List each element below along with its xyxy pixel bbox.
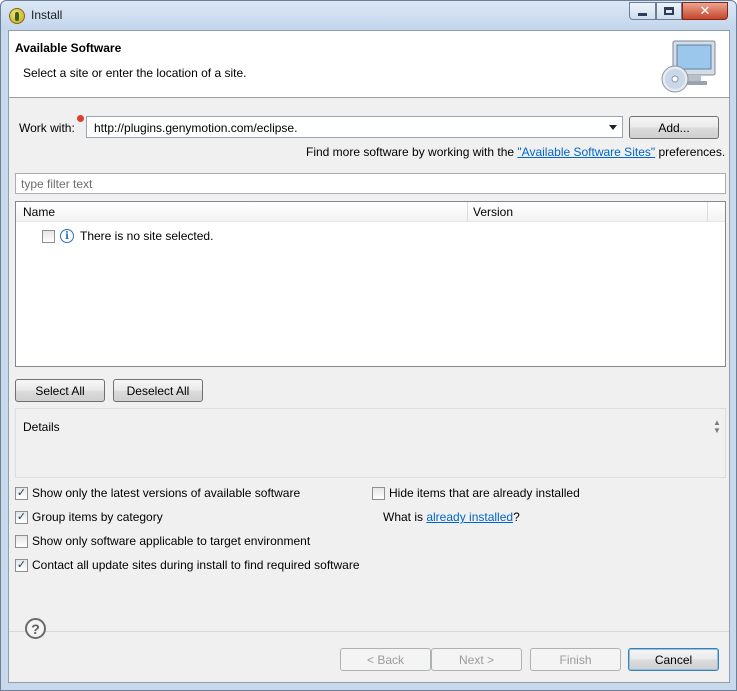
next-label: Next > [458, 652, 494, 667]
deselect-all-button[interactable]: Deselect All [113, 379, 203, 402]
already-installed-link[interactable]: already installed [426, 510, 513, 524]
eclipse-app-icon [9, 8, 25, 24]
select-all-button[interactable]: Select All [15, 379, 105, 402]
filter-input[interactable]: type filter text [15, 173, 726, 194]
cancel-label: Cancel [654, 652, 693, 667]
find-more-prefix: Find more software by working with the [306, 145, 518, 159]
footer-divider [9, 631, 729, 632]
hide-installed-checkbox[interactable] [372, 486, 385, 500]
details-scroll-icon[interactable]: ▲ ▼ [712, 419, 722, 439]
page-subtitle: Select a site or enter the location of a… [23, 66, 247, 80]
show-latest-checkbox[interactable]: ✓ [15, 486, 28, 500]
option-hide-installed[interactable]: Hide items that are already installed [372, 486, 580, 500]
column-divider[interactable] [707, 202, 708, 222]
find-more-suffix: preferences. [655, 145, 726, 159]
work-with-label: Work with: [19, 121, 75, 135]
option-show-latest[interactable]: ✓ Show only the latest versions of avail… [15, 486, 300, 500]
details-group: Details ▲ ▼ [15, 408, 726, 478]
row-label: There is no site selected. [80, 229, 214, 243]
column-name[interactable]: Name [23, 205, 55, 219]
column-version[interactable]: Version [473, 205, 513, 219]
what-is-prefix: What is [383, 510, 427, 524]
contact-all-checkbox[interactable]: ✓ [15, 558, 28, 572]
minimize-icon [638, 12, 647, 16]
option-contact-all[interactable]: ✓ Contact all update sites during instal… [15, 558, 360, 572]
back-label: < Back [366, 652, 405, 667]
details-label: Details [23, 420, 60, 434]
maximize-icon [664, 7, 674, 15]
show-latest-label: Show only the latest versions of availab… [32, 486, 301, 500]
software-table[interactable]: Name Version i There is no site selected… [15, 201, 726, 367]
table-header: Name Version [16, 202, 725, 222]
next-button[interactable]: Next > [431, 648, 522, 671]
show-applicable-checkbox[interactable] [15, 534, 28, 548]
title-bar[interactable]: Install ✕ [1, 1, 736, 30]
back-button[interactable]: < Back [340, 648, 431, 671]
maximize-button[interactable] [656, 2, 682, 20]
close-button[interactable]: ✕ [682, 2, 728, 20]
info-icon: i [60, 229, 74, 243]
find-more-text: Find more software by working with the "… [306, 145, 725, 159]
group-by-category-label: Group items by category [32, 510, 163, 524]
group-by-category-checkbox[interactable]: ✓ [15, 510, 28, 524]
window-title: Install [31, 8, 63, 22]
show-applicable-label: Show only software applicable to target … [32, 534, 311, 548]
finish-label: Finish [559, 652, 592, 667]
filter-placeholder: type filter text [21, 177, 93, 191]
minimize-button[interactable] [629, 2, 656, 20]
page-title: Available Software [15, 41, 122, 55]
what-is-installed-text: What is already installed? [383, 510, 520, 524]
computer-cd-icon [661, 40, 716, 93]
row-checkbox[interactable] [42, 229, 55, 243]
chevron-down-icon[interactable] [609, 125, 617, 130]
deselect-all-label: Deselect All [126, 383, 190, 398]
what-is-suffix: ? [513, 510, 520, 524]
install-window: Install ✕ Available Software Select a si… [0, 0, 737, 691]
available-software-sites-link[interactable]: "Available Software Sites" [517, 145, 655, 159]
hide-installed-label: Hide items that are already installed [389, 486, 580, 500]
contact-all-label: Contact all update sites during install … [32, 558, 360, 572]
work-with-value: http://plugins.genymotion.com/eclipse. [94, 121, 298, 135]
close-icon: ✕ [699, 3, 711, 18]
add-site-button[interactable]: Add... [629, 116, 719, 139]
help-icon[interactable]: ? [25, 618, 46, 639]
add-site-label: Add... [658, 120, 690, 135]
option-show-applicable[interactable]: Show only software applicable to target … [15, 534, 310, 548]
table-row[interactable]: i There is no site selected. [42, 227, 213, 245]
dialog-body: Available Software Select a site or ente… [8, 30, 730, 683]
select-all-label: Select All [35, 383, 85, 398]
required-marker-icon [77, 115, 84, 122]
work-with-combo[interactable]: http://plugins.genymotion.com/eclipse. [86, 116, 623, 138]
option-group-by-category[interactable]: ✓ Group items by category [15, 510, 163, 524]
column-divider[interactable] [467, 202, 468, 222]
cancel-button[interactable]: Cancel [628, 648, 719, 671]
wizard-header: Available Software Select a site or ente… [9, 31, 729, 98]
finish-button[interactable]: Finish [530, 648, 621, 671]
